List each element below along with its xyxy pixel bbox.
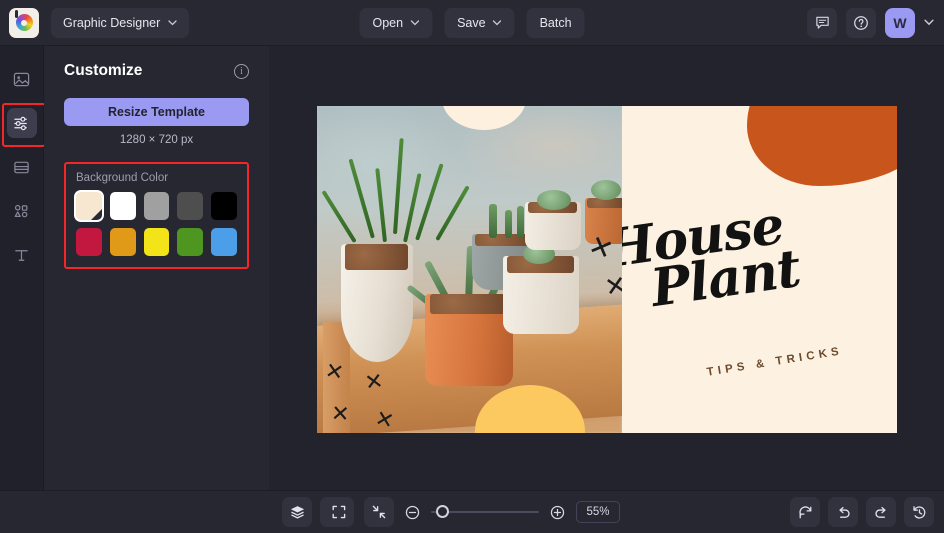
layout-icon: [13, 159, 30, 176]
batch-button[interactable]: Batch: [527, 8, 585, 38]
save-label: Save: [457, 16, 486, 30]
open-button[interactable]: Open: [359, 8, 432, 38]
bottom-bar: 55%: [0, 490, 944, 533]
account-menu-chevron-down-icon[interactable]: [924, 19, 934, 26]
fit-to-screen-button[interactable]: [324, 497, 354, 527]
zoom-level-value[interactable]: 55%: [576, 501, 620, 523]
swatch-dark-gray[interactable]: [177, 192, 203, 220]
sidebar-item-shapes[interactable]: [7, 196, 37, 226]
chevron-down-icon: [493, 20, 502, 26]
canvas-area[interactable]: ✕ ✕ ✕ ✕ ✕ ✕ House Plant TIPS & TRICKS: [269, 46, 944, 490]
reset-icon: [797, 504, 814, 521]
comment-icon: [815, 15, 830, 30]
color-wheel-logo-icon: [16, 14, 33, 31]
swatch-blue[interactable]: [211, 228, 237, 256]
headline-line-2: Plant: [648, 247, 802, 310]
sliders-icon: [13, 115, 30, 132]
layers-icon: [289, 504, 306, 521]
shapes-icon: [13, 203, 30, 220]
terracotta-pot: [425, 294, 513, 386]
zoom-controls: 55%: [324, 497, 620, 527]
pot-soil: [430, 294, 507, 314]
swatch-row-colors: [76, 228, 237, 256]
undo-button[interactable]: [828, 497, 858, 527]
selected-corner-indicator: [91, 209, 102, 220]
photo-panel: ✕ ✕ ✕ ✕ ✕ ✕: [317, 106, 622, 433]
batch-label: Batch: [540, 16, 572, 30]
resize-template-button[interactable]: Resize Template: [64, 98, 249, 126]
app-logo-button[interactable]: [9, 8, 39, 38]
zoom-in-button[interactable]: [549, 504, 566, 521]
file-actions-group: Open Save Batch: [359, 8, 584, 38]
zoom-slider[interactable]: [431, 505, 539, 519]
feedback-button[interactable]: [807, 8, 837, 38]
layers-button[interactable]: [282, 497, 312, 527]
project-selector[interactable]: Graphic Designer: [51, 8, 189, 38]
x-decoration: ✕: [330, 403, 350, 426]
page-title: Customize: [64, 62, 142, 80]
swatch-crimson[interactable]: [76, 228, 102, 256]
avatar[interactable]: W: [885, 8, 915, 38]
help-button[interactable]: [846, 8, 876, 38]
chevron-down-icon: [410, 20, 419, 26]
zoom-out-button[interactable]: [404, 504, 421, 521]
undo-icon: [835, 504, 852, 521]
tool-rail: [0, 46, 44, 490]
chevron-down-icon: [168, 20, 177, 26]
swatch-orange[interactable]: [110, 228, 136, 256]
fit-to-screen-icon: [331, 504, 347, 520]
shrink-button[interactable]: [364, 497, 394, 527]
shrink-icon: [371, 504, 387, 520]
poster-subline: TIPS & TRICKS: [705, 345, 843, 378]
poster-panel: House Plant TIPS & TRICKS: [622, 106, 897, 433]
template-dimensions: 1280 × 720 px: [64, 134, 249, 146]
artboard[interactable]: ✕ ✕ ✕ ✕ ✕ ✕ House Plant TIPS & TRICKS: [317, 106, 897, 433]
fern-leaves: [341, 138, 451, 248]
reset-button[interactable]: [790, 497, 820, 527]
project-name: Graphic Designer: [63, 16, 160, 30]
open-label: Open: [372, 16, 403, 30]
swatch-yellow[interactable]: [144, 228, 170, 256]
background-color-section: Background Color: [64, 162, 249, 269]
text-icon: [13, 247, 30, 264]
succulent-rosette: [537, 190, 571, 210]
customize-panel: Customize i Resize Template 1280 × 720 p…: [44, 46, 269, 490]
save-button[interactable]: Save: [444, 8, 515, 38]
history-controls: [790, 497, 934, 527]
main-body: Customize i Resize Template 1280 × 720 p…: [0, 46, 944, 490]
sidebar-item-layout[interactable]: [7, 152, 37, 182]
redo-icon: [873, 504, 890, 521]
white-pot-small: [503, 256, 579, 334]
swatch-black[interactable]: [211, 192, 237, 220]
swatch-white[interactable]: [110, 192, 136, 220]
history-button[interactable]: [904, 497, 934, 527]
app-root: Graphic Designer Open Save Batch: [0, 0, 944, 533]
sidebar-item-text[interactable]: [7, 240, 37, 270]
zoom-slider-handle[interactable]: [436, 505, 449, 518]
history-icon: [911, 504, 928, 521]
image-icon: [13, 71, 30, 88]
poster-headline: House Plant: [622, 203, 803, 316]
succulent-rosette: [591, 180, 621, 200]
swatch-row-neutrals: [76, 192, 237, 220]
swatch-green[interactable]: [177, 228, 203, 256]
x-decoration: ✕: [323, 361, 345, 386]
top-bar: Graphic Designer Open Save Batch: [0, 0, 944, 46]
redo-button[interactable]: [866, 497, 896, 527]
swatch-cream[interactable]: [76, 192, 102, 220]
sidebar-item-customize[interactable]: [7, 108, 37, 138]
info-icon[interactable]: i: [234, 64, 249, 79]
x-decoration: ✕: [363, 371, 384, 395]
pot-soil: [345, 244, 408, 270]
help-circle-icon: [853, 15, 869, 31]
sidebar-item-images[interactable]: [7, 64, 37, 94]
swatch-light-gray[interactable]: [144, 192, 170, 220]
avatar-initial: W: [893, 15, 906, 31]
white-urn-pot: [341, 244, 413, 362]
background-color-label: Background Color: [76, 172, 237, 184]
panel-header: Customize i: [64, 62, 249, 80]
top-bar-right-group: W: [807, 8, 934, 38]
